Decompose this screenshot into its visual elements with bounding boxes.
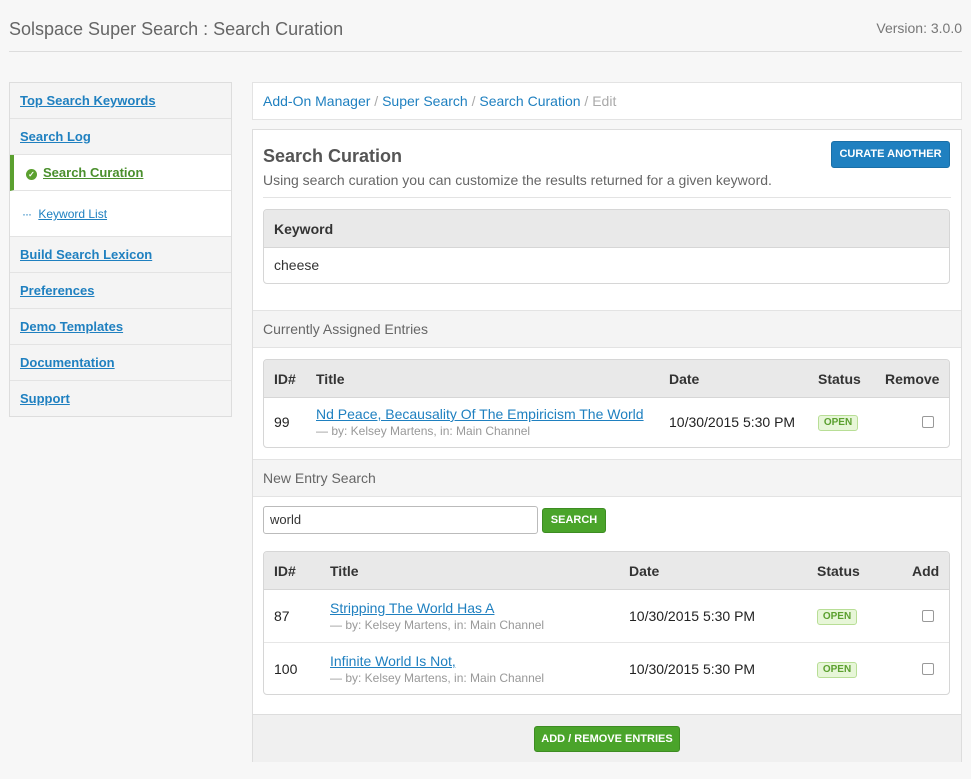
sidebar-item-preferences[interactable]: Preferences bbox=[10, 273, 231, 309]
column-header-title: Title bbox=[316, 371, 345, 387]
section-description: Using search curation you can customize … bbox=[263, 172, 772, 188]
ellipsis-icon: ··· bbox=[22, 207, 32, 221]
status-badge: OPEN bbox=[817, 609, 857, 625]
breadcrumb-separator: / bbox=[471, 93, 476, 109]
sidebar-item-search-log[interactable]: Search Log bbox=[10, 119, 231, 155]
keyword-table: Keyword cheese bbox=[263, 209, 950, 284]
sidebar-item-demo-templates[interactable]: Demo Templates bbox=[10, 309, 231, 345]
entry-meta: — by: Kelsey Martens, in: Main Channel bbox=[330, 618, 545, 632]
table-row: 87 Stripping The World Has A — by: Kelse… bbox=[264, 590, 949, 643]
sidebar-item-documentation[interactable]: Documentation bbox=[10, 345, 231, 381]
assigned-entries-label: Currently Assigned Entries bbox=[253, 310, 961, 348]
sidebar-item-support[interactable]: Support bbox=[10, 381, 231, 417]
column-header-date: Date bbox=[669, 371, 700, 387]
sidebar-item-label: Search Curation bbox=[43, 165, 144, 180]
page-title: Solspace Super Search : Search Curation bbox=[9, 19, 344, 39]
header-divider bbox=[9, 51, 962, 52]
main-panel: Search Curation Using search curation yo… bbox=[252, 129, 962, 762]
sidebar-item-label: Keyword List bbox=[38, 207, 108, 221]
entry-title-link[interactable]: Infinite World Is Not, bbox=[330, 653, 456, 669]
add-checkbox[interactable] bbox=[922, 610, 934, 622]
status-badge: OPEN bbox=[818, 415, 858, 431]
table-header: ID# Title Date Status Remove bbox=[264, 360, 949, 398]
breadcrumb-separator: / bbox=[374, 93, 379, 109]
column-header-status: Status bbox=[818, 371, 861, 387]
add-checkbox[interactable] bbox=[922, 663, 934, 675]
keyword-value: cheese bbox=[274, 257, 320, 273]
search-input[interactable]: world bbox=[263, 506, 538, 534]
status-badge: OPEN bbox=[817, 662, 857, 678]
sidebar-subitem-keyword-list[interactable]: ··· Keyword List bbox=[10, 191, 231, 237]
table-row: 99 Nd Peace, Becausality Of The Empirici… bbox=[264, 398, 949, 447]
assigned-entries-table: ID# Title Date Status Remove 99 Nd Peace… bbox=[263, 359, 950, 448]
breadcrumb: Add-On Manager / Super Search / Search C… bbox=[252, 82, 962, 120]
entry-id: 87 bbox=[274, 608, 290, 624]
entry-title-link[interactable]: Stripping The World Has A bbox=[330, 600, 494, 616]
breadcrumb-separator: / bbox=[584, 93, 589, 109]
search-button[interactable]: SEARCH bbox=[542, 508, 606, 533]
version-label: Version: 3.0.0 bbox=[876, 20, 962, 36]
section-title: Search Curation bbox=[263, 146, 403, 166]
keyword-column-header: Keyword bbox=[274, 221, 334, 237]
column-header-status: Status bbox=[817, 563, 860, 579]
sidebar: Top Search Keywords Search Log ✓ Search C… bbox=[9, 82, 232, 417]
entry-id: 99 bbox=[274, 414, 290, 430]
form-footer: ADD / REMOVE ENTRIES bbox=[253, 714, 961, 762]
table-header: ID# Title Date Status Add bbox=[264, 552, 949, 590]
table-row: 100 Infinite World Is Not, — by: Kelsey … bbox=[264, 643, 949, 694]
search-results-table: ID# Title Date Status Add 87 Stripping T… bbox=[263, 551, 950, 695]
sidebar-item-top-search-keywords[interactable]: Top Search Keywords bbox=[10, 83, 231, 119]
column-header-remove: Remove bbox=[885, 371, 940, 387]
column-header-date: Date bbox=[629, 563, 660, 579]
column-header-id: ID# bbox=[274, 371, 296, 387]
sidebar-item-build-search-lexicon[interactable]: Build Search Lexicon bbox=[10, 237, 231, 273]
curate-another-button[interactable]: CURATE ANOTHER bbox=[831, 141, 950, 168]
breadcrumb-search-curation[interactable]: Search Curation bbox=[479, 93, 580, 109]
column-header-title: Title bbox=[330, 563, 359, 579]
add-remove-entries-button[interactable]: ADD / REMOVE ENTRIES bbox=[534, 726, 680, 752]
sidebar-item-search-curation[interactable]: ✓ Search Curation bbox=[10, 155, 231, 191]
column-header-add: Add bbox=[912, 563, 940, 579]
entry-title-link[interactable]: Nd Peace, Becausality Of The Empiricism … bbox=[316, 406, 644, 422]
entry-meta: — by: Kelsey Martens, in: Main Channel bbox=[330, 671, 545, 685]
entry-date: 10/30/2015 5:30 PM bbox=[669, 414, 796, 430]
remove-checkbox[interactable] bbox=[922, 416, 934, 428]
entry-date: 10/30/2015 5:30 PM bbox=[629, 608, 756, 624]
entry-meta: — by: Kelsey Martens, in: Main Channel bbox=[316, 424, 531, 438]
section-divider bbox=[263, 197, 951, 198]
check-circle-icon: ✓ bbox=[26, 169, 37, 180]
entry-id: 100 bbox=[274, 661, 298, 677]
new-entry-search-label: New Entry Search bbox=[253, 459, 961, 497]
entry-date: 10/30/2015 5:30 PM bbox=[629, 661, 756, 677]
breadcrumb-current: Edit bbox=[592, 93, 617, 109]
breadcrumb-addon-manager[interactable]: Add-On Manager bbox=[263, 93, 370, 109]
breadcrumb-super-search[interactable]: Super Search bbox=[382, 93, 468, 109]
column-header-id: ID# bbox=[274, 563, 296, 579]
